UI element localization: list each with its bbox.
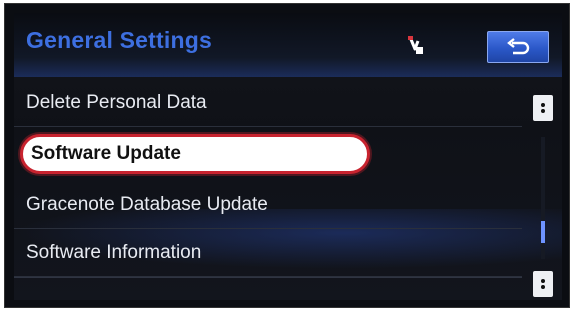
scroll-down-button[interactable]	[533, 271, 553, 297]
settings-screen: General Settings Delete Personal Data So…	[14, 13, 562, 300]
menu-item-software-update[interactable]: Software Update	[20, 134, 370, 174]
menu-item-label: Software Update	[31, 143, 181, 164]
menu-item-gracenote-database-update[interactable]: Gracenote Database Update	[14, 181, 522, 229]
voice-command-icon	[408, 36, 423, 54]
scroll-up-icon	[541, 103, 545, 113]
scroll-down-icon	[541, 279, 545, 289]
row-divider	[14, 277, 522, 278]
menu-item-delete-personal-data[interactable]: Delete Personal Data	[14, 79, 522, 127]
menu-item-label: Software Information	[26, 241, 202, 263]
scrollbar-thumb[interactable]	[541, 221, 545, 243]
menu-item-software-information[interactable]: Software Information	[14, 229, 522, 277]
back-button[interactable]	[487, 31, 549, 63]
menu-item-label: Delete Personal Data	[26, 91, 207, 113]
back-arrow-icon	[507, 38, 530, 55]
page-title: General Settings	[26, 27, 212, 53]
menu-item-label: Gracenote Database Update	[26, 193, 268, 215]
scroll-up-button[interactable]	[533, 95, 553, 121]
display-frame: General Settings Delete Personal Data So…	[4, 3, 570, 308]
header-bar: General Settings	[14, 13, 562, 77]
